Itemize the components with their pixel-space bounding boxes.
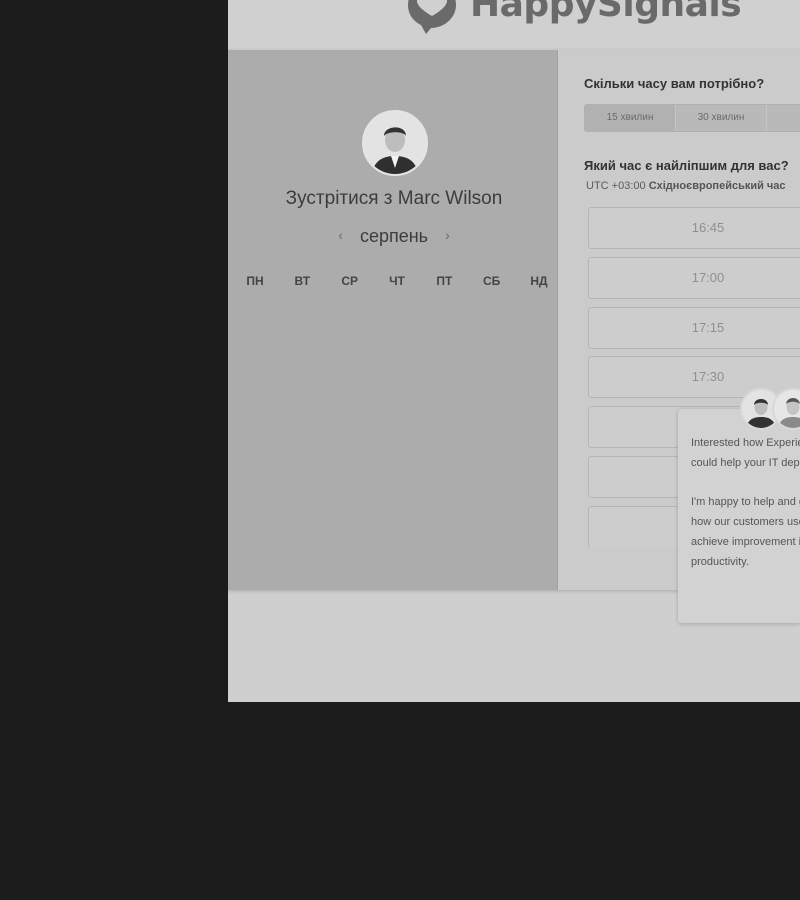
weekday-label: СР	[341, 274, 358, 288]
brand-logo-text: HappySignals	[470, 0, 742, 25]
weekday-header-row: ПН ВТ СР ЧТ ПТ СБ НД	[236, 274, 558, 288]
meeting-title: Зустрітися з Marc Wilson	[285, 188, 503, 209]
weekday-label: ПТ	[436, 274, 453, 288]
speech-bubble-logo-icon	[408, 0, 456, 34]
month-navigator: ‹ серпень ›	[228, 226, 560, 247]
prev-month-button[interactable]: ‹	[326, 227, 355, 243]
duration-selector: 15 хвилин 30 хвилин 1	[584, 104, 800, 132]
time-slot[interactable]: 17:00	[588, 256, 800, 299]
month-label: серпень	[359, 226, 429, 246]
time-slot[interactable]: 16:45	[588, 207, 800, 249]
chat-popup[interactable]: Interested how Experience Management cou…	[678, 409, 800, 623]
agent-avatar[interactable]	[772, 388, 800, 430]
chat-paragraph: Interested how Experience Management cou…	[691, 437, 800, 469]
weekday-label: НД	[530, 274, 548, 288]
chat-paragraph: I'm happy to help and give insight into …	[691, 496, 800, 568]
duration-option-60[interactable]: 1	[767, 105, 800, 131]
time-slot[interactable]: 17:15	[588, 306, 800, 349]
weekday-label: ВТ	[294, 274, 311, 288]
time-question: Який час є найліпшим для вас?	[584, 158, 789, 173]
timezone-label[interactable]: UTC +03:00 Східноєвропейський час	[586, 180, 786, 192]
weekday-label: ЧТ	[389, 274, 405, 288]
person-avatar-icon	[364, 112, 426, 174]
person-avatar-icon	[774, 390, 800, 428]
host-avatar	[362, 110, 428, 176]
timezone-name: Східноєвропейський час	[648, 180, 786, 192]
chat-avatar-group[interactable]	[740, 388, 800, 430]
chat-message: Interested how Experience Management cou…	[691, 433, 800, 591]
duration-option-30[interactable]: 30 хвилин	[676, 105, 767, 131]
duration-question: Скільки часу вам потрібно?	[584, 76, 765, 91]
next-month-button[interactable]: ›	[433, 227, 462, 243]
calendar-panel: Зустрітися з Marc Wilson ‹ серпень › ПН …	[228, 50, 558, 590]
duration-option-15[interactable]: 15 хвилин	[585, 105, 676, 131]
site-header: HappySignals	[228, 0, 800, 51]
timezone-offset: UTC +03:00	[586, 180, 646, 192]
weekday-label: СБ	[482, 274, 501, 288]
weekday-label: ПН	[246, 274, 264, 288]
